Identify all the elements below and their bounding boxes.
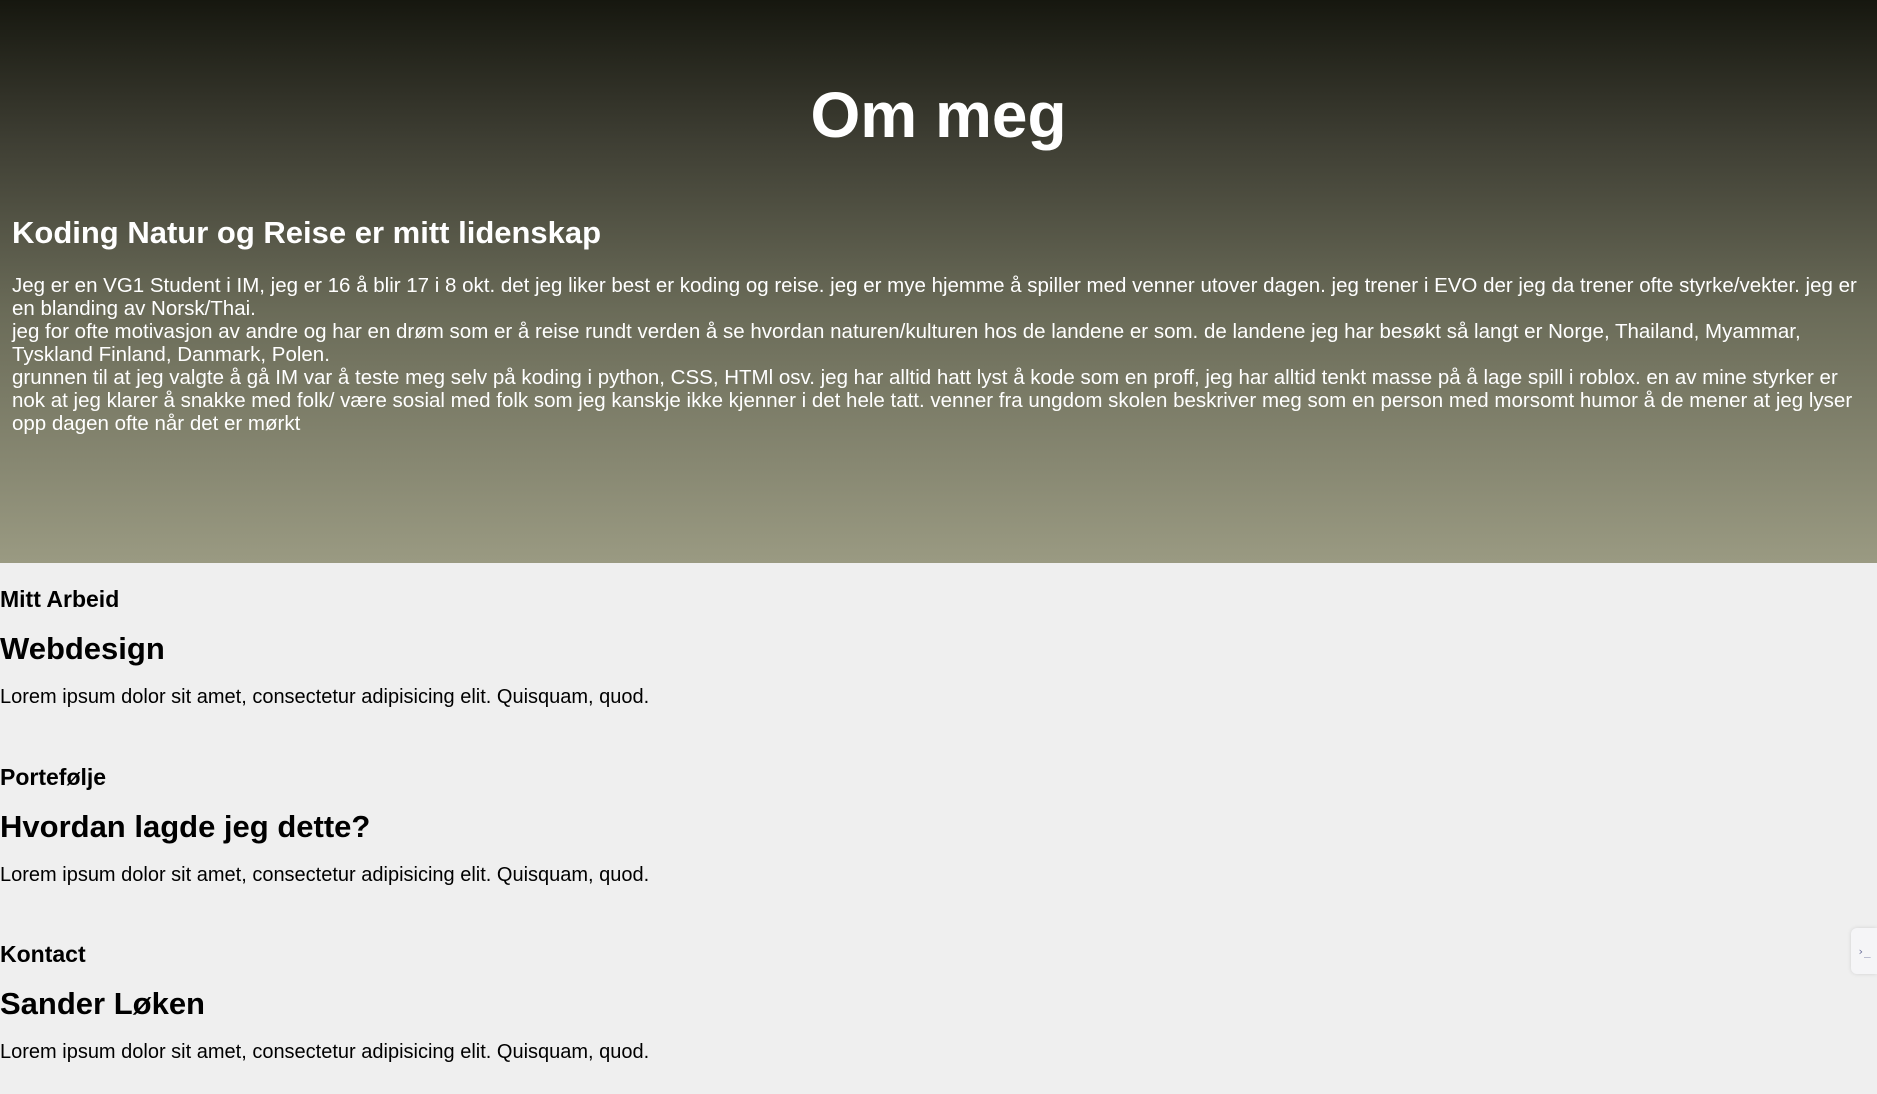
about-text: Jeg er en VG1 Student i IM, jeg er 16 å … <box>12 274 1859 435</box>
side-panel-toggle[interactable]: ›_ <box>1851 928 1877 974</box>
section-contact: Kontact Sander Løken Lorem ipsum dolor s… <box>0 941 1200 1064</box>
section-label: Portefølje <box>0 764 107 790</box>
hero-section: Om meg Koding Natur og Reise er mitt lid… <box>0 0 1877 563</box>
terminal-icon: ›_ <box>1857 944 1871 958</box>
about-paragraph: grunnen til at jeg valgte å gå IM var å … <box>12 366 1853 435</box>
section-heading: Webdesign <box>0 630 165 666</box>
section-heading: Sander Løken <box>0 985 205 1021</box>
section-label: Mitt Arbeid <box>0 586 120 612</box>
about-paragraph: jeg for ofte motivasjon av andre og har … <box>12 320 1801 366</box>
section-text: Lorem ipsum dolor sit amet, consectetur … <box>0 1040 650 1063</box>
section-work: Mitt Arbeid Webdesign Lorem ipsum dolor … <box>0 586 1200 709</box>
about-paragraph: Jeg er en VG1 Student i IM, jeg er 16 å … <box>12 274 1857 320</box>
section-text: Lorem ipsum dolor sit amet, consectetur … <box>0 863 650 886</box>
page-title: Om meg <box>810 79 1067 151</box>
hero-subtitle: Koding Natur og Reise er mitt lidenskap <box>12 215 602 250</box>
section-portfolio: Portefølje Hvordan lagde jeg dette? Lore… <box>0 764 1200 887</box>
section-label: Kontact <box>0 941 86 967</box>
section-text: Lorem ipsum dolor sit amet, consectetur … <box>0 685 650 708</box>
section-heading: Hvordan lagde jeg dette? <box>0 808 371 844</box>
